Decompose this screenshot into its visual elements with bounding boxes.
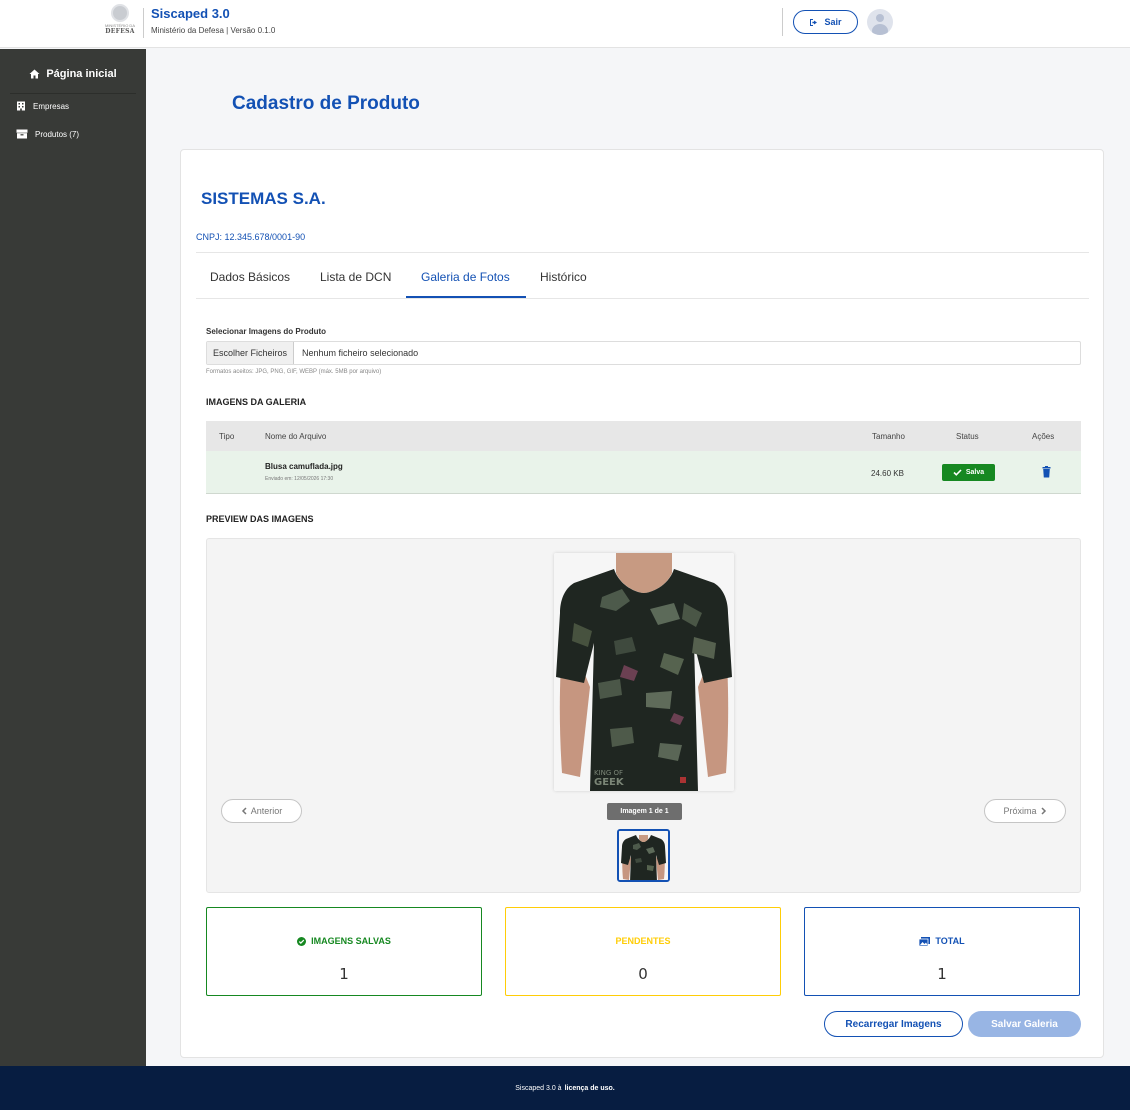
trash-icon[interactable] (1042, 466, 1051, 478)
user-avatar[interactable] (867, 9, 893, 35)
file-status-text: Nenhum ficheiro selecionado (302, 348, 419, 358)
stat-total-title: TOTAL (805, 936, 1079, 946)
box-icon (16, 129, 28, 139)
home-icon (29, 69, 40, 79)
image-thumbnail[interactable] (617, 829, 670, 882)
active-tab-indicator (406, 296, 526, 298)
next-label: Próxima (1003, 806, 1037, 816)
stat-pending-title: PENDENTES (506, 936, 780, 946)
divider (196, 252, 1089, 253)
preview-main-image: KING OF GEEK (554, 553, 734, 791)
sidebar-home-label: Página inicial (46, 68, 117, 80)
row-size: 24.60 KB (871, 469, 904, 478)
page-title: Cadastro de Produto (232, 93, 420, 114)
preview-section-title: PREVIEW DAS IMAGENS (206, 514, 314, 524)
coat-of-arms-icon (111, 4, 129, 22)
camouflage-shirt-image: KING OF GEEK (554, 553, 734, 791)
shirt-print-line1: KING OF (594, 769, 623, 777)
logo-defesa-text: DEFESA (105, 28, 135, 35)
thumbnail-shirt-image (619, 831, 668, 880)
sidebar-item-empresas[interactable]: Empresas (16, 98, 69, 114)
tab-dados-basicos[interactable]: Dados Básicos (210, 270, 290, 284)
sign-out-icon (810, 18, 818, 26)
avatar-head (876, 14, 884, 22)
logout-label: Sair (824, 17, 842, 27)
tab-galeria-fotos[interactable]: Galeria de Fotos (421, 270, 510, 284)
status-badge: Salva (942, 464, 995, 481)
sidebar-item-home[interactable]: Página inicial (0, 63, 146, 85)
col-status: Status (956, 432, 979, 441)
header-divider (782, 8, 783, 36)
image-counter: Imagem 1 de 1 (607, 803, 682, 820)
tabs-divider (196, 298, 1089, 299)
tab-historico[interactable]: Histórico (540, 270, 587, 284)
chevron-right-icon (1040, 807, 1046, 815)
table-row: Blusa camuflada.jpg Enviado em: 12/05/20… (206, 451, 1081, 494)
stat-pending: PENDENTES 0 (505, 907, 781, 996)
stat-total-value: 1 (937, 965, 947, 983)
next-image-button[interactable]: Próxima (984, 799, 1066, 823)
col-tipo: Tipo (219, 432, 235, 441)
reload-images-button[interactable]: Recarregar Imagens (824, 1011, 963, 1037)
stat-saved-value: 1 (339, 965, 349, 983)
sidebar-item-label: Produtos (7) (35, 129, 80, 139)
stat-saved-label: IMAGENS SALVAS (311, 936, 391, 946)
upload-label: Selecionar Imagens do Produto (206, 327, 327, 336)
app-subtitle: Ministério da Defesa | Versão 0.1.0 (151, 26, 276, 35)
stat-saved-images: IMAGENS SALVAS 1 (206, 907, 482, 996)
sidebar: Página inicial Empresas Produtos (7) (0, 49, 146, 1066)
previous-label: Anterior (250, 806, 283, 816)
col-tamanho: Tamanho (872, 432, 905, 441)
file-upload-input[interactable]: Escolher Ficheiros Nenhum ficheiro selec… (206, 341, 1081, 365)
license-link[interactable]: licença de uso. (565, 1085, 615, 1092)
col-acoes: Ações (1032, 432, 1055, 441)
col-nome-arquivo: Nome do Arquivo (265, 432, 327, 441)
sidebar-item-produtos[interactable]: Produtos (7) (16, 126, 79, 142)
images-icon (919, 936, 931, 946)
top-header: MINISTÉRIO DA DEFESA Siscaped 3.0 Minist… (0, 0, 1130, 48)
logout-button[interactable]: Sair (793, 10, 858, 34)
previous-image-button[interactable]: Anterior (221, 799, 302, 823)
row-filename: Blusa camuflada.jpg (265, 462, 343, 471)
gallery-table-header: Tipo Nome do Arquivo Tamanho Status Açõe… (206, 421, 1081, 451)
sidebar-item-label: Empresas (33, 101, 70, 111)
product-card: SISTEMAS S.A. CNPJ: 12.345.678/0001-90 D… (180, 149, 1104, 1058)
stat-pending-label: PENDENTES (615, 936, 671, 946)
sidebar-divider (10, 93, 136, 94)
stat-pending-value: 0 (638, 965, 648, 983)
building-icon (17, 101, 25, 111)
check-icon (953, 469, 962, 476)
company-cnpj: CNPJ: 12.345.678/0001-90 (196, 232, 306, 242)
shirt-print-line2: GEEK (594, 777, 625, 788)
logo-divider (143, 8, 144, 38)
chevron-left-icon (241, 807, 247, 815)
status-label: Salva (965, 469, 985, 476)
avatar-body (872, 24, 888, 35)
ministry-logo[interactable]: MINISTÉRIO DA DEFESA (100, 4, 140, 44)
footer: Siscaped 3.0 à licença de uso. (0, 1066, 1130, 1110)
stat-saved-title: IMAGENS SALVAS (207, 936, 481, 946)
footer-text: Siscaped 3.0 à (515, 1084, 562, 1092)
app-title: Siscaped 3.0 (151, 6, 230, 21)
gallery-section-title: IMAGENS DA GALERIA (206, 397, 307, 407)
stat-total-label: TOTAL (935, 936, 965, 946)
tab-lista-dcn[interactable]: Lista de DCN (320, 270, 391, 284)
company-name: SISTEMAS S.A. (201, 189, 326, 208)
choose-files-button[interactable]: Escolher Ficheiros (207, 342, 295, 364)
check-circle-icon (297, 936, 307, 946)
save-gallery-button[interactable]: Salvar Galeria (968, 1011, 1081, 1037)
upload-hint: Formatos aceitos: JPG, PNG, GIF, WEBP (m… (206, 369, 382, 375)
image-preview-panel: KING OF GEEK Anterior Imagem 1 de 1 Próx… (206, 538, 1081, 893)
row-sent-date: Enviado em: 12/05/2026 17:30 (265, 476, 334, 482)
stat-total: TOTAL 1 (804, 907, 1080, 996)
